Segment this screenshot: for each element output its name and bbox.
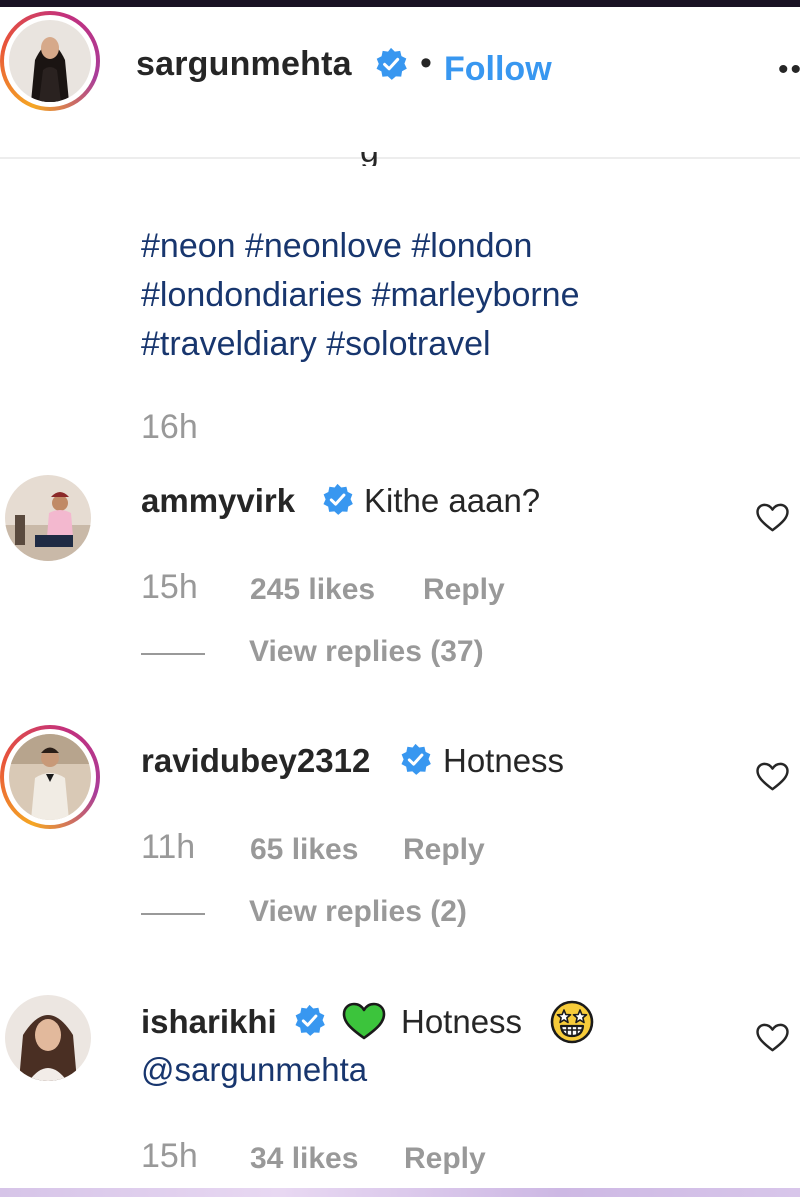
hashtag-line[interactable]: #traveldiary #solotravel [141,320,580,369]
comment-mention[interactable]: @sargunmehta [141,1053,367,1086]
view-replies-line [141,653,205,655]
avatar-ravidubey2312[interactable] [9,734,91,820]
green-heart-emoji [342,1002,386,1040]
view-replies-button[interactable]: View replies (37) [249,637,484,667]
avatar-ammyvirk[interactable] [5,475,91,561]
post-username[interactable]: sargunmehta [136,47,352,81]
hashtag-line[interactable]: #neon #neonlove #london [141,222,580,271]
story-ring[interactable] [0,11,100,111]
star-struck-emoji [550,1000,594,1044]
view-replies-button[interactable]: View replies (2) [249,897,467,927]
post-header: sargunmehta • Follow •• [0,7,800,159]
reply-button[interactable]: Reply [404,1144,486,1174]
comment-likes[interactable]: 245 likes [250,575,375,605]
comment-text: Kithe aaan? [364,482,541,519]
comment-likes[interactable]: 34 likes [250,1144,358,1174]
like-heart-icon[interactable] [755,503,790,533]
window-top-border [0,0,800,7]
verified-badge-icon [295,1004,325,1036]
avatar-sargunmehta[interactable] [9,20,91,102]
view-replies-line [141,913,205,915]
follow-button[interactable]: Follow [444,52,552,86]
window-bottom-border [0,1188,800,1197]
comment-username[interactable]: ravidubey2312 [141,744,370,777]
comment-username[interactable]: ammyvirk [141,484,295,517]
avatar-isharikhi[interactable] [5,995,91,1081]
like-heart-icon[interactable] [755,762,790,792]
caption-hashtags: #neon #neonlove #london #londondiaries #… [141,222,580,369]
verified-badge-icon [323,483,353,515]
more-options-icon[interactable]: •• [778,55,800,85]
comment-username[interactable]: isharikhi [141,1005,277,1038]
reply-button[interactable]: Reply [423,575,505,605]
caption-fragment: g [360,152,380,166]
like-heart-icon[interactable] [755,1023,790,1053]
post-timestamp[interactable]: 16h [141,410,198,444]
comment-timestamp[interactable]: 15h [141,1139,198,1173]
verified-badge-icon [376,47,407,80]
verified-badge-icon [401,743,431,775]
separator-dot: • [420,44,432,82]
comment-timestamp[interactable]: 11h [141,830,195,864]
story-ring[interactable] [0,725,100,829]
comment-timestamp[interactable]: 15h [141,570,198,604]
hashtag-line[interactable]: #londondiaries #marleyborne [141,271,580,320]
comment-text: Hotness [401,1003,523,1040]
comment-likes[interactable]: 65 likes [250,835,358,865]
comment-text: Hotness [443,742,565,779]
reply-button[interactable]: Reply [403,835,485,865]
